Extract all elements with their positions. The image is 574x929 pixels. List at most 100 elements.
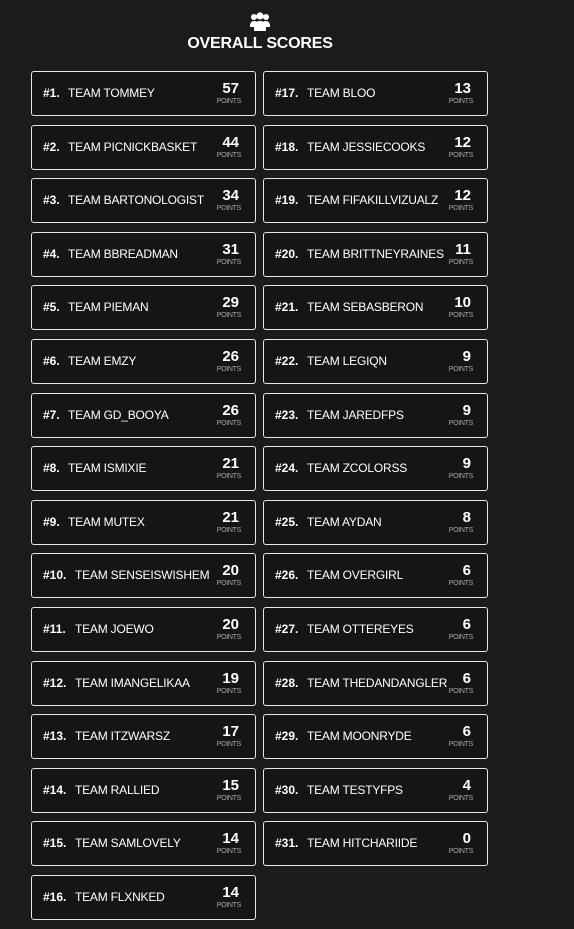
points-value: 34 (222, 187, 239, 205)
team-score-card[interactable]: #21. TEAM SEBASBERON 10 POINTS (263, 285, 488, 331)
team-rank: #27. (275, 621, 299, 636)
points-label: POINTS (448, 741, 474, 749)
points-label: POINTS (216, 633, 242, 641)
team-score: 12 POINTS (433, 134, 474, 161)
page-title: OVERALL SCORES (187, 35, 333, 52)
team-name: TEAM BRITTNEYRAINES (307, 246, 444, 261)
team-score: 9 POINTS (433, 347, 474, 375)
team-name: TEAM PIEMAN (68, 300, 149, 315)
team-score-card[interactable]: #27. TEAM OTTEREYES 6 POINTS (263, 606, 488, 652)
team-score-card[interactable]: #10. TEAM SENSEISWISHEM 20 POINTS (31, 553, 256, 599)
team-name: TEAM BARTONOLOGIST (68, 193, 204, 208)
team-name: TEAM OVERGIRL (307, 568, 404, 583)
team-name: TEAM TOMMEY (68, 86, 155, 100)
team-score-card[interactable]: #5. TEAM PIEMAN 29 POINTS (31, 285, 256, 331)
team-rank: #21. (275, 300, 299, 315)
team-name: TEAM GD_BOOYA (68, 407, 169, 422)
points-label: POINTS (216, 419, 242, 427)
scores-column-right: #17. TEAM BLOO 13 POINTS #18. TEAM JESSIECOOK… (263, 71, 488, 875)
team-name: TEAM SEBASBERON (307, 300, 424, 315)
team-score-card[interactable]: #19. TEAM FIFAKILLVIZUALZ 12 POINTS (263, 178, 488, 224)
team-score-card[interactable]: #20. TEAM BRITTNEYRAINES 11 POINTS (263, 231, 488, 277)
team-score: 20 POINTS (201, 616, 242, 643)
points-label: POINTS (216, 473, 242, 481)
team-name: TEAM EMZY (68, 353, 137, 368)
team-score-card[interactable]: #1. TEAM TOMMEY 57 POINTS (31, 71, 256, 116)
team-score-card[interactable]: #16. TEAM FLXNKED 14 POINTS (31, 874, 256, 920)
team-rank: #25. (275, 514, 299, 529)
team-score: 44 POINTS (201, 134, 242, 161)
points-label: POINTS (448, 526, 474, 534)
team-name: TEAM TESTYFPS (307, 782, 403, 797)
team-score-card[interactable]: #29. TEAM MOONRYDE 6 POINTS (263, 714, 488, 760)
team-rank: #7. (43, 407, 60, 422)
team-score: 34 POINTS (201, 187, 242, 214)
points-value: 14 (222, 830, 239, 848)
team-score-card[interactable]: #24. TEAM ZCOLORSS 9 POINTS (263, 446, 488, 492)
team-score: 26 POINTS (201, 347, 242, 375)
points-value: 57 (222, 80, 239, 97)
points-label: POINTS (448, 848, 474, 856)
team-score: 6 POINTS (433, 616, 474, 643)
team-score-card[interactable]: #12. TEAM IMANGELIKAA 19 POINTS (31, 660, 256, 706)
team-score-card[interactable]: #25. TEAM AYDAN 8 POINTS (263, 499, 488, 545)
team-name: TEAM SENSEISWISHEM (75, 568, 210, 583)
team-score-card[interactable]: #28. TEAM THEDANDANGLER 6 POINTS (263, 660, 488, 706)
team-rank: #6. (43, 353, 60, 368)
team-score-card[interactable]: #4. TEAM BBREADMAN 31 POINTS (31, 231, 256, 277)
team-rank: #9. (43, 514, 60, 529)
team-score-card[interactable]: #13. TEAM ITZWARSZ 17 POINTS (31, 714, 256, 760)
team-score: 10 POINTS (433, 295, 474, 321)
team-score-card[interactable]: #9. TEAM MUTEX 21 POINTS (31, 499, 256, 545)
team-score-card[interactable]: #2. TEAM PICNICKBASKET 44 POINTS (31, 124, 256, 170)
team-name: TEAM FIFAKILLVIZUALZ (307, 193, 439, 208)
team-rank: #4. (43, 246, 60, 261)
points-value: 31 (222, 240, 239, 258)
points-label: POINTS (216, 794, 242, 802)
team-rank: #26. (275, 568, 299, 583)
team-score-card[interactable]: #17. TEAM BLOO 13 POINTS (263, 71, 488, 116)
team-score-card[interactable]: #3. TEAM BARTONOLOGIST 34 POINTS (31, 178, 256, 224)
team-rank: #17. (275, 86, 299, 100)
points-value: 9 (462, 401, 471, 419)
team-name: TEAM FLXNKED (75, 889, 165, 904)
points-value: 9 (462, 347, 471, 365)
team-score-card[interactable]: #7. TEAM GD_BOOYA 26 POINTS (31, 392, 256, 438)
team-score-card[interactable]: #15. TEAM SAMLOVELY 14 POINTS (31, 821, 256, 867)
team-rank: #16. (43, 889, 67, 904)
team-score: 4 POINTS (433, 777, 474, 804)
team-name: TEAM THEDANDANGLER (307, 675, 448, 690)
team-score-card[interactable]: #14. TEAM RALLIED 15 POINTS (31, 767, 256, 813)
team-score-card[interactable]: #30. TEAM TESTYFPS 4 POINTS (263, 767, 488, 813)
points-value: 9 (462, 455, 471, 473)
team-score: 15 POINTS (201, 776, 242, 804)
team-rank: #14. (43, 782, 67, 797)
team-name: TEAM SAMLOVELY (75, 836, 181, 851)
team-score-card[interactable]: #22. TEAM LEGIQN 9 POINTS (263, 338, 488, 384)
team-name: TEAM IMANGELIKAA (75, 675, 190, 690)
team-score-card[interactable]: #11. TEAM JOEWO 20 POINTS (31, 606, 256, 652)
points-value: 15 (222, 776, 239, 794)
team-name: TEAM ITZWARSZ (75, 729, 170, 744)
points-label: POINTS (448, 419, 474, 427)
points-value: 6 (462, 723, 471, 741)
team-name: TEAM ISMIXIE (68, 461, 147, 476)
team-rank: #19. (275, 193, 299, 208)
team-score-card[interactable]: #26. TEAM OVERGIRL 6 POINTS (263, 553, 488, 599)
team-score-card[interactable]: #8. TEAM ISMIXIE 21 POINTS (31, 446, 256, 492)
points-value: 6 (462, 562, 471, 580)
team-score-card[interactable]: #31. TEAM HITCHARIIDE 0 POINTS (263, 821, 488, 867)
team-score: 21 POINTS (201, 509, 242, 536)
points-value: 13 (454, 80, 471, 97)
points-label: POINTS (216, 365, 242, 373)
team-score: 9 POINTS (433, 401, 474, 429)
points-value: 26 (222, 347, 239, 365)
team-score-card[interactable]: #18. TEAM JESSIECOOKS 12 POINTS (263, 124, 488, 170)
team-score-card[interactable]: #6. TEAM EMZY 26 POINTS (31, 338, 256, 384)
team-name: TEAM JESSIECOOKS (307, 139, 426, 154)
team-score-card[interactable]: #23. TEAM JAREDFPS 9 POINTS (263, 392, 488, 438)
points-label: POINTS (216, 687, 242, 695)
team-rank: #2. (43, 139, 60, 154)
team-rank: #18. (275, 139, 299, 154)
team-rank: #12. (43, 675, 67, 690)
